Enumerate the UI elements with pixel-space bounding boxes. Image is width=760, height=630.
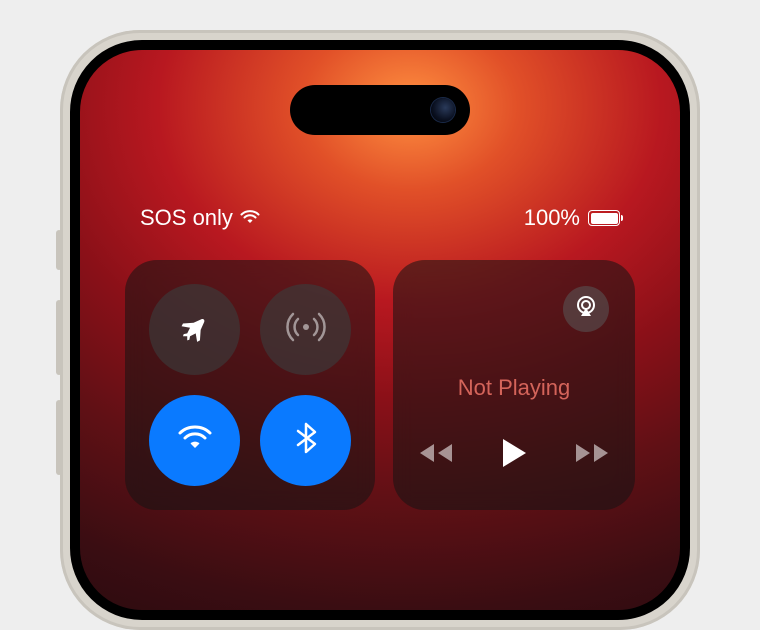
status-left: SOS only — [140, 205, 261, 231]
network-status-text: SOS only — [140, 205, 233, 231]
airplay-icon — [573, 294, 599, 325]
airplane-mode-toggle[interactable] — [149, 284, 240, 375]
screen: SOS only 100% — [70, 40, 690, 620]
rewind-icon — [416, 452, 456, 469]
volume-up-button — [56, 300, 62, 375]
wifi-status-icon — [239, 205, 261, 231]
battery-icon — [588, 210, 620, 226]
airplay-button[interactable] — [563, 286, 609, 332]
media-controls — [393, 437, 635, 474]
play-button[interactable] — [500, 437, 528, 474]
now-playing-status: Not Playing — [393, 375, 635, 401]
airplane-icon — [175, 307, 215, 352]
cellular-data-toggle[interactable] — [260, 284, 351, 375]
connectivity-tile[interactable] — [125, 260, 375, 510]
iphone-device-frame: SOS only 100% — [60, 30, 700, 630]
antenna-icon — [284, 305, 328, 354]
status-right: 100% — [524, 205, 620, 231]
status-bar: SOS only 100% — [80, 205, 680, 231]
bluetooth-toggle[interactable] — [260, 395, 351, 486]
volume-down-button — [56, 400, 62, 475]
play-icon — [500, 456, 528, 473]
dynamic-island[interactable] — [290, 85, 470, 135]
control-center-tiles: Not Playing — [125, 260, 635, 510]
rewind-button[interactable] — [416, 441, 456, 470]
wifi-icon — [173, 416, 217, 465]
wifi-toggle[interactable] — [149, 395, 240, 486]
bluetooth-icon — [286, 418, 326, 463]
battery-percent-text: 100% — [524, 205, 580, 231]
forward-icon — [572, 452, 612, 469]
forward-button[interactable] — [572, 441, 612, 470]
side-button — [56, 230, 62, 270]
media-tile[interactable]: Not Playing — [393, 260, 635, 510]
front-camera — [431, 98, 455, 122]
